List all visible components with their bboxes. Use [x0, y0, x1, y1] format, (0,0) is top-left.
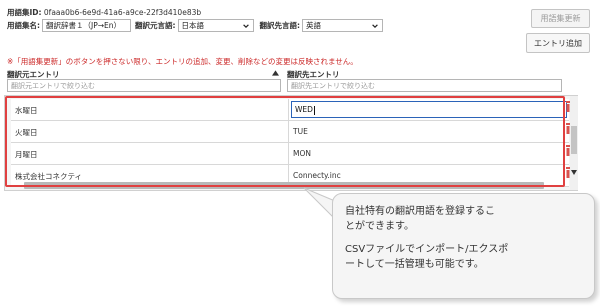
source-language-select[interactable]: 日本語	[177, 18, 254, 32]
target-entry-edit-input[interactable]: WED	[291, 101, 567, 118]
text-cursor	[313, 105, 315, 115]
source-language-label: 翻訳元言語:	[135, 20, 176, 30]
target-entry-cell[interactable]: TUE	[293, 127, 308, 136]
target-language-label: 翻訳先言語:	[259, 20, 301, 30]
callout-line-2: とができます。	[345, 221, 414, 232]
callout-bubble: 自社特有の翻訳用語を登録するこ とができます。 CSVファイルでインポート/エク…	[332, 193, 595, 299]
target-entry-value: WED	[295, 105, 313, 114]
source-entry-cell: 火曜日	[15, 128, 38, 137]
glossary-settings-row: 用語集名: 翻訳辞書１（JP→En） 翻訳元言語: 日本語 翻訳先言語: 英語	[7, 18, 383, 32]
column-divider	[288, 121, 289, 142]
sort-up-icon[interactable]	[272, 70, 279, 76]
update-warning-text: ※「用語集更新」のボタンを押さない限り、エントリの追加、変更、削除などの変更は反…	[7, 57, 358, 66]
scroll-down-arrow-icon[interactable]	[571, 170, 577, 175]
target-language-value: 英語	[306, 20, 321, 30]
table-row[interactable]: 火曜日 TUE	[11, 121, 569, 143]
target-entry-cell[interactable]: MON	[293, 149, 311, 158]
glossary-id-label: 用語集ID:	[7, 8, 42, 17]
glossary-id-value: 0faaa0b6-6e9d-41a6-a9ce-22f3d410e83b	[43, 8, 202, 17]
glossary-name-input[interactable]: 翻訳辞書１（JP→En）	[42, 18, 131, 32]
source-language-value: 日本語	[181, 20, 205, 30]
callout-line-1: 自社特有の翻訳用語を登録するこ	[345, 206, 495, 217]
target-entry-cell[interactable]: Connecty.inc	[293, 171, 341, 180]
glossary-id-line: 用語集ID: 0faaa0b6-6e9d-41a6-a9ce-22f3d410e…	[7, 7, 201, 18]
target-filter-input[interactable]: 翻訳先エントリで絞り込む	[287, 79, 562, 92]
table-row[interactable]: 水曜日 WED	[11, 99, 569, 121]
update-glossary-button[interactable]: 用語集更新	[531, 9, 590, 28]
callout-line-3: CSVファイルでインポート/エクスポ	[345, 244, 509, 255]
chevron-down-icon	[372, 23, 378, 28]
target-language-select[interactable]: 英語	[302, 18, 383, 32]
vertical-scrollbar-thumb[interactable]	[571, 126, 577, 154]
column-divider	[288, 143, 289, 164]
add-entry-button[interactable]: エントリ追加	[526, 33, 590, 53]
entries-table: 水曜日 WED 火曜日 TUE 月曜日 MON 株式会社コネクティ Connec…	[4, 95, 578, 191]
column-divider	[288, 99, 289, 120]
chevron-down-icon	[242, 23, 249, 28]
callout-line-4: ートして一括管理も可能です。	[345, 259, 484, 270]
horizontal-scrollbar[interactable]	[24, 182, 544, 189]
table-row[interactable]: 月曜日 MON	[11, 143, 569, 165]
source-entry-cell: 株式会社コネクティ	[15, 172, 83, 181]
source-entry-cell: 水曜日	[15, 106, 38, 115]
glossary-name-label: 用語集名:	[7, 20, 40, 30]
source-entry-cell: 月曜日	[15, 150, 38, 159]
source-filter-input[interactable]: 翻訳元エントリで絞り込む	[7, 79, 281, 92]
